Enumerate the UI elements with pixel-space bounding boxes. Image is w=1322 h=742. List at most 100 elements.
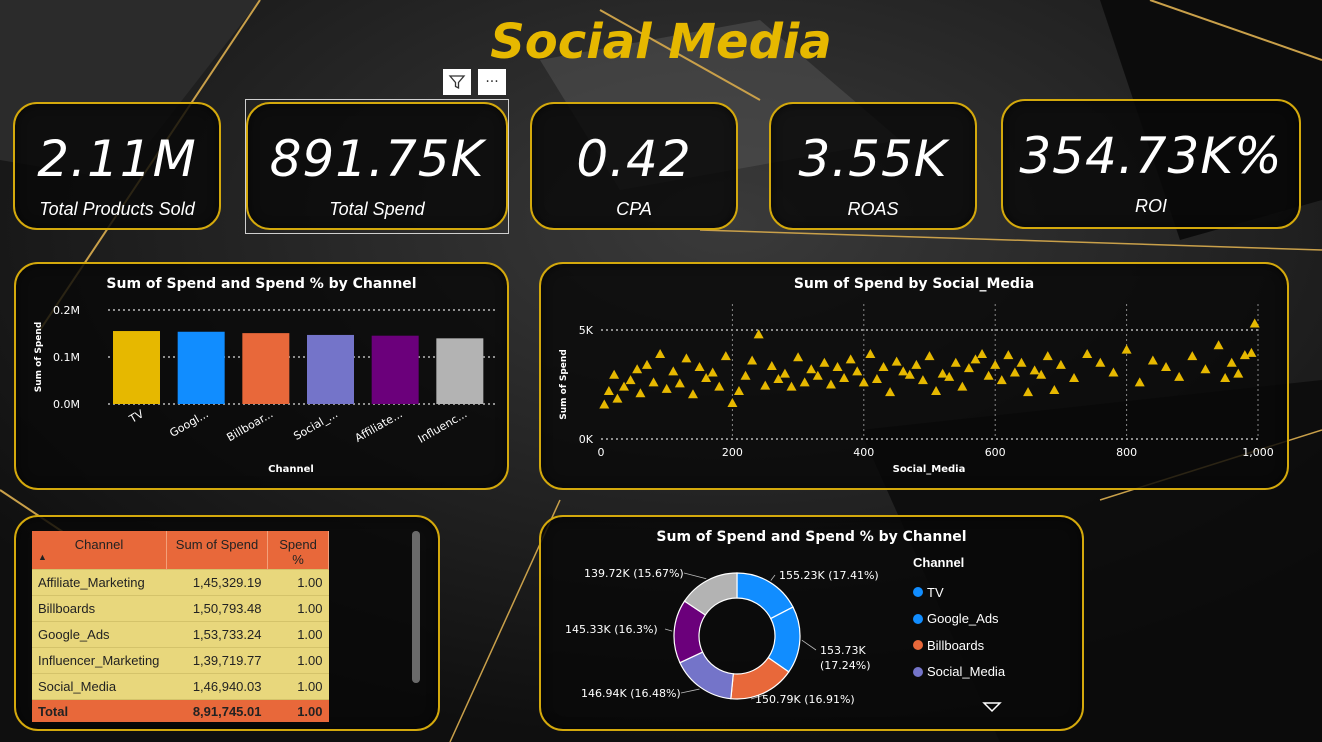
scatter-point xyxy=(1233,368,1244,378)
filter-icon[interactable] xyxy=(443,69,471,95)
x-tick-label: Affiliate... xyxy=(353,407,405,445)
table-cell: 1,45,329.19 xyxy=(166,569,268,596)
y-tick-label: 0.2M xyxy=(53,304,80,317)
scatter-point xyxy=(852,366,863,376)
scatter-point xyxy=(931,386,942,396)
table-row[interactable]: Influencer_Marketing 1,39,719.77 1.00 xyxy=(32,647,329,674)
scatter-point xyxy=(753,329,764,339)
more-options-button[interactable]: ··· xyxy=(478,69,506,95)
scatter-point xyxy=(990,359,1001,369)
scatter-point xyxy=(832,362,843,372)
scatter-point xyxy=(1246,347,1257,357)
table-cell: Billboards xyxy=(32,595,167,622)
y-tick-label: 0.0M xyxy=(53,398,80,411)
scatter-point xyxy=(603,386,614,396)
scatter-point xyxy=(632,364,643,374)
kpi-label: CPA xyxy=(616,199,652,219)
scatter-point xyxy=(1055,359,1066,369)
y-tick-label: 0K xyxy=(579,433,594,446)
table-cell: Google_Ads xyxy=(32,621,167,648)
scatter-point xyxy=(1200,364,1211,374)
x-tick-label: Billboar... xyxy=(225,407,276,444)
data-label: 153.73K (17.24%) xyxy=(820,644,871,672)
kpi-card-roi[interactable]: 354.73K% ROI xyxy=(1001,99,1301,229)
scatter-point xyxy=(1213,340,1224,350)
legend-label: TV xyxy=(927,584,944,600)
table-cell: 1.00 xyxy=(267,673,329,700)
scatter-chart: 0K 5K 0 200 400 600 800 1,000 Sum of Spend Social… xyxy=(559,304,1274,475)
legend-marker xyxy=(913,587,923,598)
x-tick-label: 200 xyxy=(722,446,743,459)
x-tick-label: TV xyxy=(126,407,146,426)
x-tick-label: Influenc... xyxy=(416,407,470,445)
legend-item[interactable]: Google_Ads xyxy=(913,606,1005,633)
scatter-point xyxy=(720,351,731,361)
table-card[interactable]: Channel ▲ Sum of Spend Spend % Affiliate… xyxy=(14,515,440,731)
legend-marker xyxy=(913,613,923,624)
legend-item[interactable]: TV xyxy=(913,579,1005,606)
scatter-point xyxy=(681,353,692,363)
table-row[interactable]: Affiliate_Marketing 1,45,329.19 1.00 xyxy=(32,569,329,596)
scatter-point xyxy=(885,387,896,397)
kpi-card-products-sold[interactable]: 2.11M Total Products Sold xyxy=(13,102,221,230)
scatter-point xyxy=(1226,357,1237,367)
bar-chart-card[interactable]: Sum of Spend and Spend % by Channel 0.0M… xyxy=(14,262,509,490)
scatter-point xyxy=(635,388,646,398)
kpi-label: Total Spend xyxy=(329,199,425,219)
scatter-point xyxy=(1161,362,1172,372)
table-cell: 1,53,733.24 xyxy=(166,621,268,648)
column-header-sum-of-spend[interactable]: Sum of Spend xyxy=(166,531,268,570)
kpi-card-cpa[interactable]: 0.42 CPA xyxy=(530,102,738,230)
legend-item[interactable]: Billboards xyxy=(913,632,1005,659)
table-total-cell: 1.00 xyxy=(267,699,329,722)
scatter-point xyxy=(1003,350,1014,360)
scatter-point xyxy=(891,356,902,366)
legend-item[interactable]: Social_Media xyxy=(913,659,1005,686)
table-row[interactable]: Google_Ads 1,53,733.24 1.00 xyxy=(32,621,329,648)
scatter-point xyxy=(799,377,810,387)
scatter-point xyxy=(983,370,994,380)
kpi-card-total-spend[interactable]: 891.75K Total Spend xyxy=(246,102,508,230)
page-title: Social Media xyxy=(490,14,832,70)
scatter-point xyxy=(661,383,672,393)
scatter-point xyxy=(1220,372,1231,382)
scatter-point xyxy=(1147,355,1158,365)
leader-line xyxy=(770,574,776,581)
scatter-point xyxy=(898,366,909,376)
scatter-point xyxy=(963,363,974,373)
scatter-point xyxy=(740,370,751,380)
scatter-point xyxy=(779,368,790,378)
leader-line xyxy=(664,628,673,632)
scatter-point xyxy=(747,355,758,365)
column-header-channel[interactable]: Channel ▲ xyxy=(32,531,167,570)
legend-label: Google_Ads xyxy=(927,611,999,627)
sort-ascending-icon[interactable]: ▲ xyxy=(38,552,47,562)
scatter-chart-card[interactable]: Sum of Spend by Social_Media 0K 5K 0 200 400… xyxy=(539,262,1289,490)
column-header-spend-pct[interactable]: Spend % xyxy=(267,531,329,570)
y-tick-label: 0.1M xyxy=(53,351,80,364)
x-tick-label: 600 xyxy=(985,446,1006,459)
table-row[interactable]: Social_Media 1,46,940.03 1.00 xyxy=(32,673,329,700)
table-scrollbar-thumb[interactable] xyxy=(412,531,420,683)
legend-marker xyxy=(913,640,923,651)
table-cell: 1,46,940.03 xyxy=(166,673,268,700)
donut-legend: Channel TV Google_Ads Billboards Social_Med… xyxy=(913,555,1005,685)
table-cell: Affiliate_Marketing xyxy=(32,569,167,596)
legend-marker xyxy=(913,666,923,677)
column-header-label: Channel xyxy=(74,537,124,552)
x-tick-label: 400 xyxy=(853,446,874,459)
legend-label: Billboards xyxy=(927,637,985,653)
scatter-point xyxy=(865,348,876,358)
table-row[interactable]: Billboards 1,50,793.48 1.00 xyxy=(32,595,329,622)
scatter-point xyxy=(655,348,666,358)
scatter-point xyxy=(917,375,928,385)
legend-scroll-down-icon[interactable] xyxy=(982,701,1002,713)
bar xyxy=(242,333,290,404)
bar xyxy=(307,334,354,404)
scatter-point xyxy=(1082,348,1093,358)
kpi-card-roas[interactable]: 3.55K ROAS xyxy=(769,102,977,230)
x-tick-label: Googl... xyxy=(167,407,210,440)
scatter-point xyxy=(858,377,869,387)
scatter-point xyxy=(714,381,725,391)
donut-chart-card[interactable]: Sum of Spend and Spend % by Channel 155.… xyxy=(539,515,1084,731)
